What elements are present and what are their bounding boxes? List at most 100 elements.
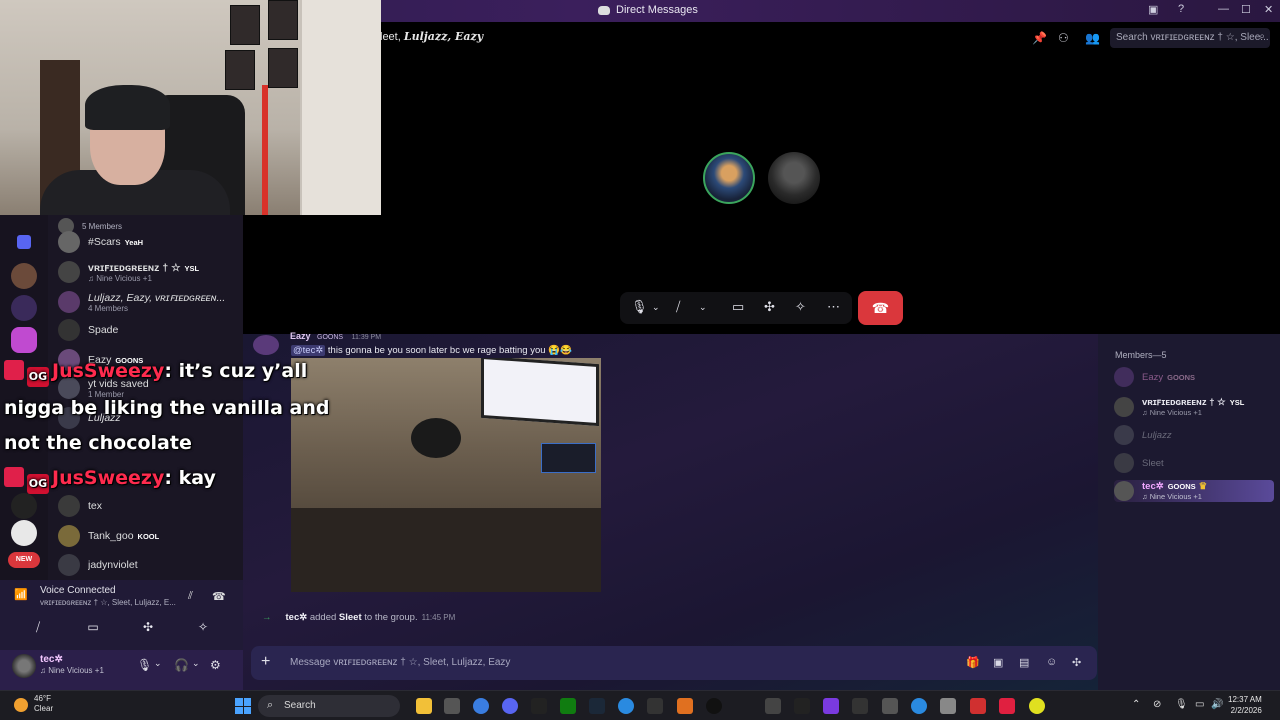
server-icon[interactable]: [11, 493, 37, 519]
pin-icon[interactable]: 📌: [1032, 31, 1047, 45]
stream-chat-line: OG JusSweezy: it’s cuz y’all: [4, 360, 307, 387]
app-icon[interactable]: [970, 698, 986, 714]
app-icon[interactable]: [647, 698, 663, 714]
members-icon[interactable]: 👥: [1085, 31, 1100, 45]
participant-avatar[interactable]: [703, 152, 755, 204]
app-icon[interactable]: [882, 698, 898, 714]
sticker-icon[interactable]: ▤: [1019, 656, 1029, 669]
activities-button[interactable]: ✣: [123, 616, 173, 638]
hangup-button[interactable]: ☎: [858, 291, 903, 325]
gift-icon[interactable]: 🎁: [966, 656, 980, 669]
app-icon[interactable]: [1029, 698, 1045, 714]
member-item[interactable]: Luljazz: [1114, 424, 1274, 446]
chevron-down-icon[interactable]: ⌄: [154, 658, 162, 669]
emoji-icon[interactable]: ☺: [1046, 656, 1057, 668]
poster: [268, 48, 298, 88]
folder-icon[interactable]: [17, 235, 31, 249]
window-title: Direct Messages: [598, 4, 698, 16]
steam-icon[interactable]: [589, 698, 605, 714]
search-input[interactable]: Search ᴠʀɪꜰɪᴇᴅɢʀᴇᴇɴᴢ † ☆, Slee... ⌕: [1110, 28, 1270, 48]
app-icon[interactable]: [794, 698, 810, 714]
server-icon[interactable]: [11, 263, 37, 289]
dm-item[interactable]: Luljazz, Eazy, ᴠʀɪꜰɪᴇᴅɢʀᴇᴇɴ... 4 Members: [58, 289, 243, 315]
file-explorer-icon[interactable]: [416, 698, 432, 714]
avatar[interactable]: [253, 335, 279, 355]
headphones-icon[interactable]: 🎧: [174, 658, 189, 672]
disconnect-icon[interactable]: ☎: [212, 590, 226, 603]
xbox-icon[interactable]: [560, 698, 576, 714]
image-desk: [291, 508, 601, 592]
poster: [225, 50, 255, 90]
maximize-icon[interactable]: ☐: [1241, 3, 1251, 16]
member-item[interactable]: Eazy GOONS: [1114, 366, 1274, 388]
add-attachment-icon[interactable]: +: [261, 653, 270, 671]
app-icon[interactable]: [706, 698, 722, 714]
taskbar-search[interactable]: ⌕ Search: [258, 695, 400, 717]
app-icon[interactable]: [677, 698, 693, 714]
app-icon[interactable]: [823, 698, 839, 714]
display-icon[interactable]: ▭: [1195, 699, 1204, 710]
help-icon[interactable]: ?: [1178, 3, 1184, 15]
gear-icon[interactable]: ⚙: [210, 658, 221, 672]
camera-off-button[interactable]: ⧸: [13, 616, 63, 638]
camera-off-icon[interactable]: ⧸: [676, 299, 680, 315]
app-icon[interactable]: [911, 698, 927, 714]
app-icon[interactable]: [940, 698, 956, 714]
mic-icon[interactable]: 🎙: [137, 658, 152, 672]
windows-start-icon[interactable]: [235, 698, 251, 714]
add-friend-icon[interactable]: ⚇: [1058, 31, 1069, 45]
discord-icon[interactable]: [502, 698, 518, 714]
gif-icon[interactable]: ▣: [993, 656, 1003, 669]
chevron-down-icon[interactable]: ⌄: [192, 658, 200, 669]
inbox-icon[interactable]: ▣: [1148, 3, 1158, 16]
music-icon[interactable]: [999, 698, 1015, 714]
weather-widget[interactable]: 46°F Clear: [34, 694, 53, 714]
mic-options-chevron-icon[interactable]: ⌄: [652, 302, 660, 313]
clock[interactable]: 12:37 AM 2/2/2026: [1228, 694, 1262, 716]
signal-icon[interactable]: 📶: [14, 588, 28, 601]
mic-icon[interactable]: 🎙: [631, 299, 648, 315]
browser-icon[interactable]: [618, 698, 634, 714]
share-screen-icon[interactable]: ▭: [732, 299, 744, 315]
message-image[interactable]: [291, 358, 601, 592]
camera-options-chevron-icon[interactable]: ⌄: [699, 302, 707, 313]
webcam-door: [300, 0, 381, 215]
member-item[interactable]: Sleet: [1114, 452, 1274, 474]
epic-games-icon[interactable]: [531, 698, 547, 714]
webcam-overlay: [0, 0, 381, 215]
image-monitor: [481, 358, 599, 427]
dm-item[interactable]: ᴠʀɪꜰɪᴇᴅɢʀᴇᴇɴᴢ † ☆ YSL ♫ Nine Vicious +1: [58, 259, 243, 285]
server-icon[interactable]: [11, 295, 37, 321]
activities-icon[interactable]: ✣: [764, 299, 775, 315]
network-off-icon[interactable]: ⊘: [1153, 699, 1161, 710]
minimize-icon[interactable]: —: [1218, 3, 1229, 15]
weather-icon[interactable]: [14, 698, 28, 712]
share-screen-button[interactable]: ▭: [68, 616, 118, 638]
chrome-icon[interactable]: [473, 698, 489, 714]
apps-icon[interactable]: ✣: [1072, 656, 1081, 669]
member-item[interactable]: ᴠʀɪꜰɪᴇᴅɢʀᴇᴇɴᴢ † ☆ YSL ♫ Nine Vicious +1: [1114, 396, 1274, 418]
member-item[interactable]: tec✲ GOONS ♛ ♫ Nine Vicious +1: [1114, 480, 1274, 502]
new-badge[interactable]: NEW: [8, 552, 40, 568]
message-composer[interactable]: + Message ᴠʀɪꜰɪᴇᴅɢʀᴇᴇɴᴢ † ☆, Sleet, Lulj…: [251, 646, 1097, 680]
server-icon[interactable]: [11, 520, 37, 546]
app-icon[interactable]: [765, 698, 781, 714]
avatar[interactable]: [12, 654, 36, 678]
dm-item[interactable]: Spade: [58, 317, 243, 343]
more-icon[interactable]: ⋯: [827, 299, 840, 315]
app-icon[interactable]: [852, 698, 868, 714]
chevron-up-icon[interactable]: ⌃: [1132, 699, 1140, 710]
close-icon[interactable]: ✕: [1264, 3, 1273, 16]
dm-item[interactable]: jadynviolet: [58, 552, 243, 578]
dm-item[interactable]: Tank_goo KOOL: [58, 523, 243, 549]
mic-icon[interactable]: 🎙: [1175, 699, 1188, 710]
volume-icon[interactable]: 🔊: [1211, 699, 1223, 710]
dm-item[interactable]: #Scars YeaH: [58, 229, 243, 255]
soundboard-icon[interactable]: ✧: [795, 299, 806, 315]
noise-suppression-icon[interactable]: ⫽: [188, 590, 193, 603]
app-icon[interactable]: [444, 698, 460, 714]
participant-avatar[interactable]: [768, 152, 820, 204]
soundboard-button[interactable]: ✧: [178, 616, 228, 638]
dm-item[interactable]: tex: [58, 493, 243, 519]
server-icon[interactable]: [11, 327, 37, 353]
